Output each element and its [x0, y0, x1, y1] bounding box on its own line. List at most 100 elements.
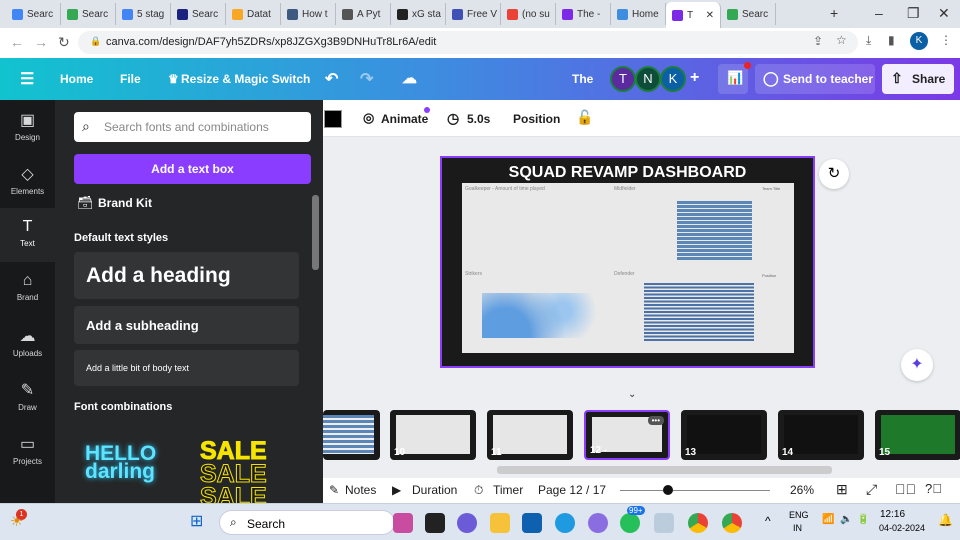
font-combo-sale[interactable]: SALE SALE SALE [200, 438, 300, 510]
lock-icon[interactable]: 🔓 [576, 109, 593, 126]
browser-tab[interactable]: Free V [446, 3, 501, 25]
add-body-text-button[interactable]: Add a little bit of body text [74, 350, 299, 386]
meet-icon[interactable] [457, 513, 477, 533]
chevron-up-icon[interactable]: ^ [765, 514, 771, 528]
bookmark-star-icon[interactable]: ☆ [836, 33, 847, 47]
magic-assistant-icon[interactable]: ✦ [901, 349, 933, 381]
add-heading-button[interactable]: Add a heading [74, 252, 299, 299]
language-indicator[interactable]: ENG [789, 510, 809, 520]
minimize-button[interactable]: – [875, 5, 883, 21]
sidepanel-icon[interactable]: ▮ [888, 33, 895, 47]
design-page[interactable]: SQUAD REVAMP DASHBOARD Goalkeeper - Amou… [440, 156, 815, 368]
panel-scrollbar[interactable] [312, 195, 319, 270]
undo-icon[interactable]: ↶ [325, 69, 338, 89]
browser-tab[interactable]: A Pyt [336, 3, 391, 25]
animate-button[interactable]: Animate [381, 112, 428, 126]
zoom-level[interactable]: 26% [790, 483, 814, 497]
rail-item-brand[interactable]: ⌂ Brand [0, 262, 55, 316]
timer-button[interactable]: Timer [493, 483, 523, 497]
chrome-icon[interactable] [688, 513, 708, 533]
url-input[interactable]: 🔒 canva.com/design/DAF7yh5ZDRs/xp8JZGXg3B… [78, 31, 858, 54]
browser-tab[interactable]: Datat [226, 3, 281, 25]
collaborator-avatar[interactable]: N [635, 66, 661, 92]
rail-item-projects[interactable]: ▭ Projects [0, 424, 55, 478]
back-icon[interactable]: ← [10, 34, 24, 50]
forward-icon[interactable]: → [34, 34, 48, 50]
maximize-button[interactable]: ❐ [907, 5, 920, 22]
add-subheading-button[interactable]: Add a subheading [74, 306, 299, 344]
duration-toggle[interactable]: Duration [412, 483, 457, 497]
close-tab-icon[interactable]: ✕ [706, 10, 714, 21]
thumbnail-scrollbar[interactable] [497, 466, 832, 474]
design-title[interactable]: The [572, 72, 593, 86]
help-icon[interactable]: ?⃝ [925, 481, 942, 496]
page-indicator[interactable]: Page 12 / 17 [538, 483, 606, 497]
rail-item-text[interactable]: T Text [0, 208, 55, 262]
page-thumbnail[interactable]: 15 [875, 410, 960, 460]
insights-button[interactable]: 📊 [718, 62, 751, 94]
file-explorer-icon[interactable] [490, 513, 510, 533]
edge-icon[interactable] [555, 513, 575, 533]
font-search-input[interactable]: ⌕ Search fonts and combinations [74, 112, 311, 142]
profile-avatar[interactable]: K [910, 32, 928, 50]
more-options-icon[interactable]: ••• [647, 416, 664, 425]
home-button[interactable]: Home [60, 72, 93, 86]
browser-tab[interactable]: Home [611, 3, 666, 25]
windows-start-icon[interactable]: ⊞ [190, 511, 203, 531]
add-collaborator-button[interactable]: + [690, 69, 699, 87]
position-button[interactable]: Position [513, 112, 560, 126]
browser-tab[interactable]: Searc [721, 3, 776, 25]
duration-button[interactable]: 5.0s [467, 112, 490, 126]
grid-view-icon[interactable]: ⊞ [836, 481, 848, 498]
page-thumbnail[interactable]: 14 [778, 410, 864, 460]
new-tab-button[interactable]: + [830, 5, 838, 21]
whatsapp-icon[interactable] [620, 513, 640, 533]
app-icon[interactable] [393, 513, 413, 533]
collaborator-avatar[interactable]: T [610, 66, 636, 92]
clock-date[interactable]: 04-02-2024 [879, 523, 925, 533]
browser-tab[interactable]: The - [556, 3, 611, 25]
add-text-box-button[interactable]: Add a text box [74, 154, 311, 184]
wifi-icon[interactable]: 📶 [822, 514, 834, 525]
app-icon[interactable] [425, 513, 445, 533]
browser-tab[interactable]: T ✕ [666, 2, 721, 28]
file-menu[interactable]: File [120, 72, 141, 86]
browser-tab[interactable]: Searc [61, 3, 116, 25]
browser-tab[interactable]: (no su [501, 3, 556, 25]
chevron-down-icon[interactable]: ⌄ [628, 389, 636, 400]
page-thumbnail[interactable] [323, 410, 380, 460]
chrome-icon[interactable] [722, 513, 742, 533]
color-swatch[interactable] [324, 110, 342, 128]
rail-item-elements[interactable]: ◇ Elements [0, 154, 55, 208]
hamburger-icon[interactable]: ☰ [20, 69, 34, 89]
page-thumbnail[interactable]: 11 [487, 410, 573, 460]
notes-button[interactable]: Notes [345, 483, 376, 497]
resize-button[interactable]: Resize & Magic Switch [181, 72, 310, 86]
reload-icon[interactable]: ↻ [58, 34, 70, 51]
battery-icon[interactable]: 🔋 [857, 514, 869, 525]
fullscreen-icon[interactable]: ⤢ [866, 481, 877, 498]
collaborator-avatar[interactable]: K [660, 66, 686, 92]
browser-tab[interactable]: How t [281, 3, 336, 25]
volume-icon[interactable]: 🔈 [840, 514, 852, 525]
browser-tab[interactable]: Searc [6, 3, 61, 25]
zoom-slider-handle[interactable] [662, 485, 673, 495]
brand-kit-link[interactable]: Brand Kit [98, 196, 152, 210]
download-icon[interactable]: ⤓ [866, 33, 871, 48]
rail-item-uploads[interactable]: ☁ Uploads [0, 316, 55, 370]
close-window-button[interactable]: ✕ [938, 5, 950, 22]
bell-icon[interactable]: 🔔 [938, 513, 953, 527]
check-icon[interactable]: ✓⃝ [895, 481, 916, 497]
browser-tab[interactable]: 5 stag [116, 3, 171, 25]
rail-item-design[interactable]: ▣ Design [0, 100, 55, 154]
refresh-design-icon[interactable]: ↻ [819, 159, 849, 189]
page-thumbnail[interactable]: 10 [390, 410, 476, 460]
send-to-teacher-button[interactable]: ◯ Send to teacher [755, 64, 875, 94]
browser-tab[interactable]: xG sta [391, 3, 446, 25]
copilot-icon[interactable] [588, 513, 608, 533]
zoom-slider[interactable] [620, 485, 770, 495]
browser-tab[interactable]: Searc [171, 3, 226, 25]
rail-item-draw[interactable]: ✎ Draw [0, 370, 55, 424]
app-icon[interactable] [654, 513, 674, 533]
share-button[interactable]: ⇧ Share [882, 64, 954, 94]
